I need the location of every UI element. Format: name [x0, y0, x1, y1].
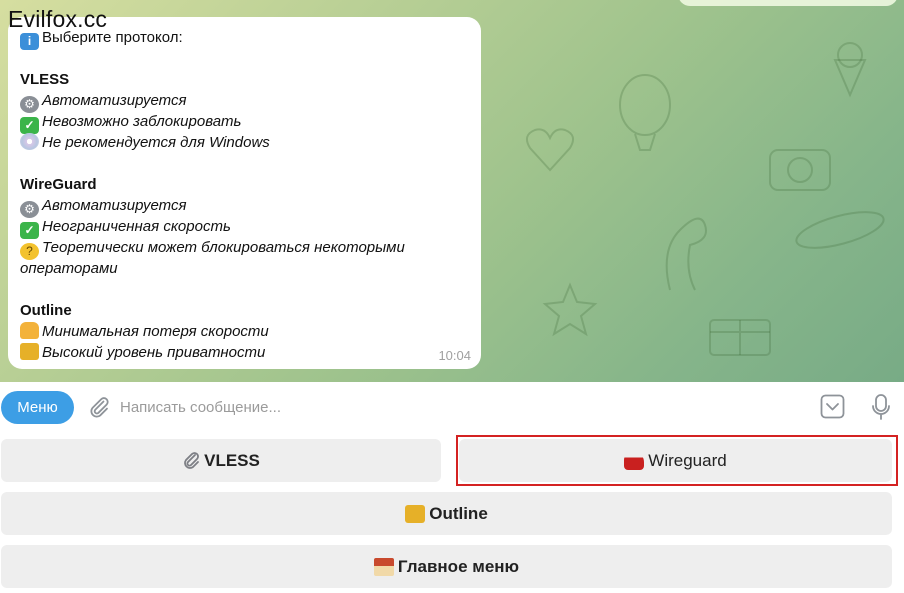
feature-line: Не рекомендуется для Windows	[20, 132, 469, 153]
previous-message-bubble	[678, 0, 898, 6]
dino-doodle-icon	[665, 217, 707, 291]
feature-line: ✓ Неограниченная скорость	[20, 216, 469, 239]
section-title-vless: VLESS	[20, 71, 70, 88]
feature-text: Неограниченная скорость	[42, 218, 231, 235]
balloon-doodle-icon	[619, 74, 671, 151]
keyboard-toggle-icon[interactable]	[820, 394, 845, 419]
message-input[interactable]	[120, 392, 800, 422]
outline-button[interactable]: Outline	[1, 492, 892, 535]
feature-line: Высокий уровень приватности	[20, 342, 469, 363]
main-menu-button[interactable]: Главное меню	[1, 545, 892, 588]
microphone-icon[interactable]	[871, 393, 891, 421]
feature-text: Невозможно заблокировать	[42, 113, 242, 130]
feature-text: Минимальная потеря скорости	[42, 323, 269, 340]
disc-icon	[20, 133, 39, 150]
feature-line: Минимальная потеря скорости	[20, 321, 469, 342]
section-title-wireguard: WireGuard	[20, 176, 97, 193]
outline-button-label: Outline	[429, 503, 488, 523]
feature-text: Автоматизируется	[42, 92, 187, 109]
paperclip-icon	[184, 451, 200, 469]
camera-doodle-icon	[769, 149, 831, 191]
house-icon	[373, 557, 394, 576]
heart-doodle-icon	[525, 128, 575, 172]
menu-button[interactable]: Меню	[1, 391, 74, 424]
feature-text: Высокий уровень приватности	[42, 344, 266, 361]
race-car-icon	[624, 451, 645, 470]
info-icon: i	[20, 33, 39, 50]
message-input-bar: Меню	[0, 382, 904, 432]
feature-text: Автоматизируется	[42, 197, 187, 214]
message-timestamp: 10:04	[438, 348, 471, 363]
wireguard-button[interactable]: Wireguard	[459, 439, 892, 482]
section-title-outline: Outline	[20, 302, 72, 319]
feature-line: ⚙ Автоматизируется	[20, 90, 469, 113]
gift-doodle-icon	[709, 319, 771, 356]
attach-paperclip-icon[interactable]	[87, 395, 111, 419]
lock-key-icon	[20, 343, 39, 360]
person-laptop-icon	[20, 322, 39, 339]
main-menu-button-label: Главное меню	[397, 556, 520, 576]
watermark: Evilfox.cc	[8, 6, 108, 32]
bot-message-bubble: i Выберите протокол: VLESS ⚙ Автоматизируе…	[8, 17, 481, 369]
lock-key-icon	[405, 504, 426, 523]
feature-text: Не рекомендуется для Windows	[42, 134, 270, 151]
feature-line: ? Теоретически может блокироваться некото…	[20, 237, 469, 260]
feature-line-continued: операторами	[20, 260, 118, 277]
vless-button[interactable]: VLESS	[1, 439, 441, 482]
feature-line: ✓ Невозможно заблокировать	[20, 111, 469, 134]
wireguard-button-label: Wireguard	[648, 450, 727, 470]
feature-text: Теоретически может блокироваться некотор…	[42, 239, 405, 256]
cone-doodle-icon	[833, 42, 867, 98]
vless-button-label: VLESS	[204, 450, 260, 470]
star-doodle-icon	[542, 282, 598, 337]
feature-line: ⚙ Автоматизируется	[20, 195, 469, 218]
surfboard-doodle-icon	[795, 211, 885, 249]
